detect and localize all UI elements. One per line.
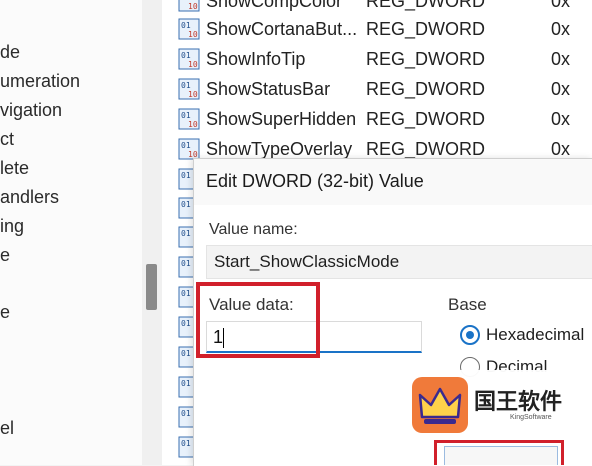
value-type: REG_DWORD — [366, 49, 486, 69]
crown-icon — [418, 387, 462, 424]
tree-item[interactable]: vigation — [0, 97, 62, 123]
tree-item[interactable]: e — [0, 299, 10, 325]
value-type: REG_DWORD — [366, 19, 486, 39]
tree-item[interactable]: andlers — [0, 184, 59, 210]
tree-item[interactable]: e — [0, 242, 10, 268]
value-name: ShowCortanaBut... — [206, 19, 358, 39]
value-data: 0x — [551, 49, 571, 69]
reg-binary-icon: 0110 — [178, 48, 200, 70]
watermark: 国王软件 KingSoftware — [408, 370, 572, 433]
value-data: 0x — [551, 79, 571, 99]
reg-binary-icon: 0110 — [178, 0, 200, 12]
svg-text:01: 01 — [181, 171, 191, 180]
reg-binary-icon: 0110 — [178, 108, 200, 130]
value-row[interactable]: 01 10 ShowSuperHidden REG_DWORD 0x — [162, 104, 592, 134]
svg-text:01: 01 — [181, 21, 191, 30]
dialog-titlebar[interactable]: Edit DWORD (32-bit) Value — [194, 159, 592, 205]
tree-item[interactable]: lete — [0, 155, 29, 181]
value-name: ShowStatusBar — [206, 79, 331, 99]
value-row[interactable]: 01 10 ShowCortanaBut... REG_DWORD 0x — [162, 14, 592, 44]
svg-text:01: 01 — [181, 259, 191, 268]
tree-scrollbar[interactable] — [142, 0, 162, 465]
svg-text:01: 01 — [181, 141, 191, 150]
reg-binary-icon: 0110 — [178, 18, 200, 40]
svg-text:01: 01 — [181, 409, 191, 418]
value-type: REG_DWORD — [366, 79, 486, 99]
watermark-subtitle: KingSoftware — [510, 414, 552, 421]
value-name-text: Start_ShowClassicMode — [214, 252, 400, 271]
tree-scrollbar-thumb[interactable] — [146, 264, 157, 310]
tree-item[interactable]: ing — [0, 213, 24, 239]
tree-item[interactable]: umeration — [0, 68, 80, 94]
svg-text:01: 01 — [181, 81, 191, 90]
value-name: ShowSuperHidden — [206, 109, 357, 129]
tree-item[interactable]: de — [0, 39, 20, 65]
svg-text:10: 10 — [188, 2, 198, 11]
base-label: Base — [448, 295, 487, 314]
svg-text:01: 01 — [181, 229, 191, 238]
reg-binary-icon: 0110 — [178, 138, 200, 160]
svg-text:01: 01 — [181, 200, 191, 209]
svg-text:10: 10 — [188, 30, 198, 39]
watermark-title: 国王软件 — [474, 390, 563, 415]
value-data-highlight — [196, 282, 320, 358]
radio-selected-dot — [466, 331, 474, 339]
svg-text:01: 01 — [181, 51, 191, 60]
crown-logo-icon — [412, 377, 468, 433]
value-type: REG_DWORD — [366, 109, 486, 129]
tree-item[interactable]: el — [0, 415, 14, 441]
svg-text:10: 10 — [188, 90, 198, 99]
svg-text:01: 01 — [181, 289, 191, 298]
svg-text:01: 01 — [181, 349, 191, 358]
svg-text:01: 01 — [181, 439, 191, 448]
value-data: 0x — [551, 109, 571, 129]
svg-text:01: 01 — [181, 319, 191, 328]
value-row[interactable]: 01 10 ShowInfoTip REG_DWORD 0x — [162, 44, 592, 74]
hexadecimal-label[interactable]: Hexadecimal — [486, 325, 584, 345]
reg-binary-icon: 0110 — [178, 78, 200, 100]
value-name-label: Value name: — [209, 221, 298, 238]
value-data: 0x — [551, 19, 571, 39]
dialog-title: Edit DWORD (32-bit) Value — [206, 171, 424, 191]
svg-text:01: 01 — [181, 379, 191, 388]
svg-text:10: 10 — [188, 60, 198, 69]
ok-button-highlight — [434, 440, 564, 465]
value-name: ShowInfoTip — [206, 49, 306, 69]
value-name-field: Start_ShowClassicMode — [206, 245, 592, 279]
tree-item[interactable]: ct — [0, 126, 14, 152]
svg-text:10: 10 — [188, 120, 198, 129]
value-row[interactable]: 01 10 ShowStatusBar REG_DWORD 0x — [162, 74, 592, 104]
svg-text:01: 01 — [181, 111, 191, 120]
hexadecimal-radio[interactable] — [460, 325, 480, 345]
registry-tree-pane[interactable]: de umeration vigation ct lete andlers in… — [0, 0, 142, 465]
